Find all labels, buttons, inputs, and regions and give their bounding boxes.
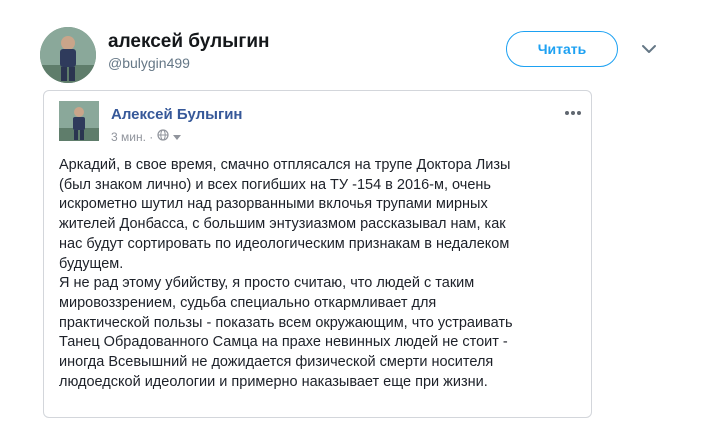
fb-avatar-photo [59,101,99,141]
author-handle[interactable]: @bulygin499 [108,55,190,71]
tweet-header: алексей булыгин @bulygin499 Читать [0,0,702,90]
fb-post-meta: 3 мин. · [111,129,182,144]
embedded-facebook-post: Алексей Булыгин 3 мин. · Аркадий, в свое… [43,90,592,418]
fb-post-paragraph: Аркадий, в свое время, смачно отплясался… [59,157,511,272]
author-display-name[interactable]: алексей булыгин [108,31,269,53]
avatar[interactable] [40,27,96,83]
fb-post-paragraph: Я не рад этому убийству, я просто считаю… [59,275,513,390]
privacy-dropdown-icon[interactable] [173,130,182,144]
chevron-down-icon[interactable] [640,40,658,58]
fb-avatar[interactable] [59,101,99,141]
globe-icon[interactable] [157,129,169,144]
fb-author-name[interactable]: Алексей Булыгин [111,106,242,123]
fb-post-body: Аркадий, в свое время, смачно отплясался… [59,156,584,392]
follow-button[interactable]: Читать [506,31,618,67]
more-dots-icon[interactable] [564,103,582,121]
avatar-photo [40,27,96,83]
fb-post-time[interactable]: 3 мин. · [111,130,153,144]
